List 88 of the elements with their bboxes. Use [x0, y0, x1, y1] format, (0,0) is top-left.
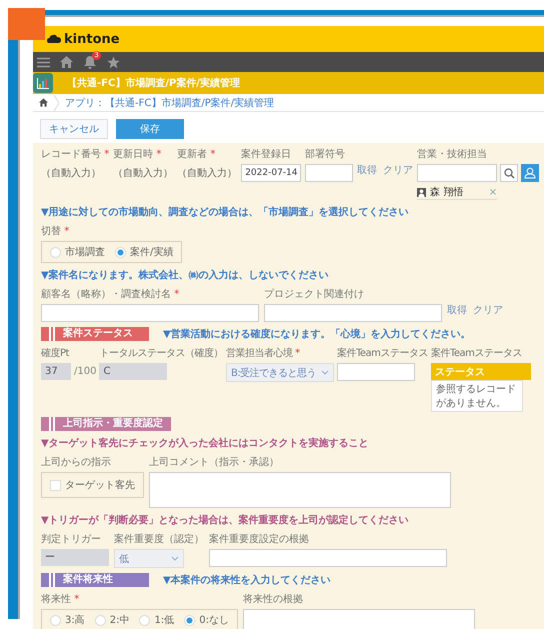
- field-label: 更新者 *: [177, 148, 216, 161]
- radio-button[interactable]: [50, 614, 61, 626]
- field-label: 更新日時 *: [113, 148, 162, 161]
- empty-message: 参照するレコードがありません。: [430, 380, 523, 412]
- field-label: プロジェクト関連付け: [264, 288, 365, 301]
- field-label: 切替 *: [41, 224, 70, 238]
- link[interactable]: クリア: [383, 163, 414, 177]
- checkbox-label: ターゲット客先: [65, 478, 135, 492]
- caret-icon: [320, 370, 329, 375]
- radio-button[interactable]: [115, 246, 126, 258]
- field-label: 上司からの指示: [41, 456, 112, 469]
- field-label: レコード番号 *: [41, 148, 110, 161]
- field-label: 案件登録日: [241, 148, 292, 161]
- field-label: 将来性の根拠: [242, 592, 304, 606]
- input-field[interactable]: [41, 304, 259, 322]
- field-suffix: /100: [74, 366, 96, 377]
- section-header: 案件将来性: [41, 573, 149, 587]
- radio-label: 市場調査: [65, 246, 105, 259]
- person-icon: [417, 188, 426, 196]
- dropdown[interactable]: 低: [114, 549, 184, 568]
- calculated-field: ー: [41, 549, 109, 566]
- section-header: 案件ステータス: [41, 327, 149, 341]
- section-header: 上司指示・重要度認定: [41, 417, 171, 431]
- link[interactable]: 取得: [357, 163, 378, 177]
- input-field[interactable]: [305, 164, 354, 182]
- instruction-text: ▼本案件の将来性を入力してください: [163, 573, 331, 587]
- field-label: 将来性 *: [41, 592, 80, 606]
- radio-label: 1:低: [154, 614, 174, 627]
- field-label: 営業・技術担当: [417, 148, 488, 161]
- link[interactable]: クリア: [473, 303, 503, 317]
- radio-label: 2:中: [110, 614, 130, 627]
- instruction-text: ▼案件名になります。株式会社、㈱の入力は、しないでください: [41, 268, 330, 282]
- input-field[interactable]: [336, 363, 415, 381]
- app-title: 【共通-FC】市場調査/P案件/実績管理: [67, 76, 240, 90]
- user-name: 森 翔悟: [430, 186, 464, 199]
- radio-label: 0:なし: [199, 614, 229, 627]
- field-label: 上司コメント（指示・承認）: [149, 456, 280, 469]
- home-icon[interactable]: [60, 56, 73, 68]
- link[interactable]: 取得: [447, 303, 467, 317]
- caret-icon: [171, 556, 179, 561]
- calculated-field: C: [99, 363, 168, 380]
- radio-button[interactable]: [50, 246, 61, 258]
- user-select-button[interactable]: [521, 164, 540, 182]
- instruction-text: ▼ターゲット客先にチェックが入った会社にはコンタクトを実施すること: [41, 436, 370, 450]
- field-label: 案件Teamステータス: [430, 346, 523, 360]
- field-label: 案件重要度（認定）: [114, 532, 204, 546]
- calculated-field: 37: [41, 363, 71, 380]
- save-button[interactable]: 保存: [116, 119, 184, 139]
- radio-button[interactable]: [184, 614, 196, 626]
- radio-label: 案件/実績: [130, 246, 174, 259]
- instruction-text: ▼トリガーが「判断必要」となった場合は、案件重要度を上司が認定してください: [41, 513, 410, 527]
- field-label: 案件Teamステータス: [336, 346, 428, 360]
- instruction-text: ▼用途に対しての市場動向、調査などの場合は、「市場調査」を選択してください: [41, 205, 410, 219]
- search-button[interactable]: [500, 164, 518, 182]
- field-label: 判定トリガー: [41, 532, 102, 546]
- home-icon[interactable]: [39, 98, 48, 107]
- input-field[interactable]: [264, 304, 442, 322]
- cancel-button[interactable]: キャンセル: [40, 119, 108, 139]
- logo-text: kintone: [64, 32, 120, 46]
- search-icon: [504, 168, 515, 178]
- field-label: トータルステータス（確度）: [99, 346, 223, 360]
- field-value: （自動入力）: [177, 166, 238, 180]
- remove-button[interactable]: ×: [488, 186, 498, 198]
- breadcrumb-link[interactable]: アプリ：【共通-FC】市場調査/P案件/実績管理: [65, 96, 274, 110]
- field-label: 案件重要度設定の根拠: [209, 532, 310, 546]
- bar-chart-icon: [33, 73, 53, 93]
- menu-icon[interactable]: [37, 56, 50, 68]
- field-label: 顧客名（略称）・調査検討名 *: [41, 288, 180, 301]
- table-header: ステータス: [430, 363, 531, 380]
- checkbox[interactable]: [50, 480, 61, 490]
- field-value: （自動入力）: [113, 166, 174, 180]
- field-value: （自動入力）: [41, 166, 102, 180]
- cloud-logo-icon: [47, 34, 61, 44]
- instruction-text: ▼営業活動における確度になります。「心境」を入力してください。: [163, 327, 471, 341]
- input-field[interactable]: 2022-07-14: [241, 164, 302, 182]
- corner-decoration: [8, 8, 45, 40]
- search-field[interactable]: [417, 164, 498, 182]
- text-area[interactable]: [149, 472, 451, 508]
- radio-button[interactable]: [94, 614, 106, 626]
- radio-label: 3:高: [65, 614, 85, 627]
- star-icon[interactable]: [107, 56, 120, 68]
- radio-button[interactable]: [139, 614, 150, 626]
- dropdown[interactable]: B:受注できると思う: [226, 363, 334, 382]
- field-label: 営業担当者心境 *: [226, 346, 301, 360]
- field-label: 確度Pt: [41, 346, 70, 360]
- input-field[interactable]: [209, 549, 447, 567]
- person-icon: [524, 167, 536, 179]
- field-label: 部署符号: [305, 148, 346, 161]
